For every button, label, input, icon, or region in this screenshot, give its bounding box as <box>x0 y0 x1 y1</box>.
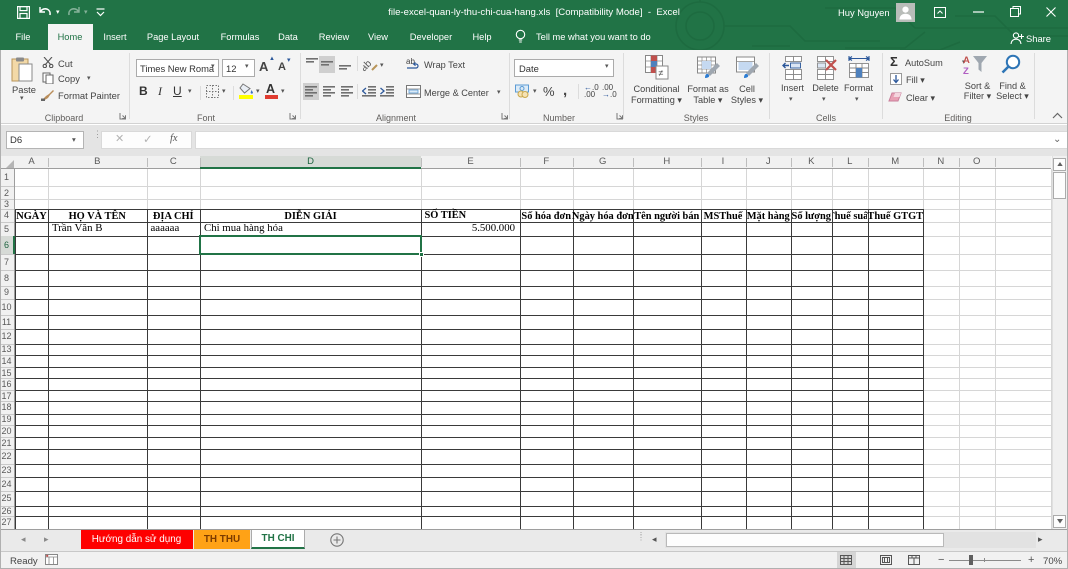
svg-text:A: A <box>963 55 970 66</box>
svg-text:≠: ≠ <box>659 68 664 78</box>
svg-text:Z: Z <box>963 66 969 76</box>
